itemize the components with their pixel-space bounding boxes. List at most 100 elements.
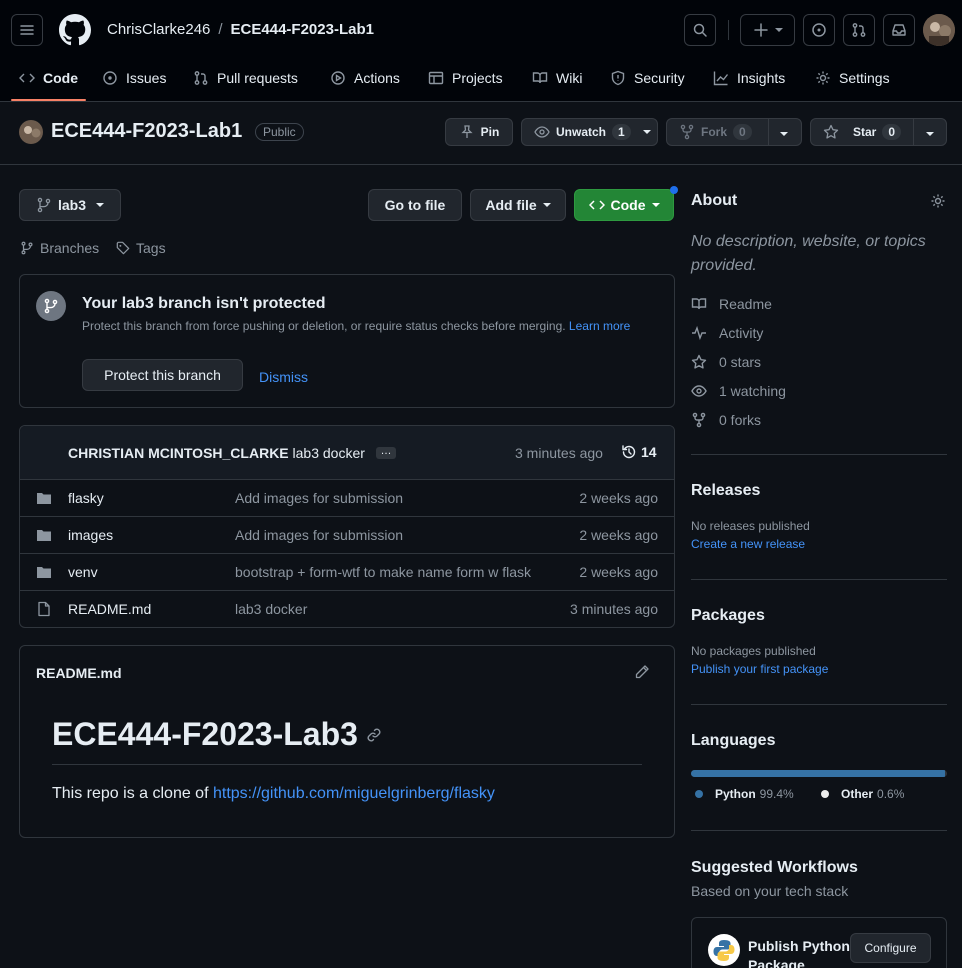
inbox-button[interactable] [883, 14, 915, 46]
tab-security[interactable]: Security [610, 62, 685, 94]
commit-expand-button[interactable]: … [376, 446, 396, 459]
banner-title: Your lab3 branch isn't protected [82, 295, 326, 312]
code-dropdown-button[interactable]: Code [574, 189, 674, 221]
tab-wiki[interactable]: Wiki [532, 62, 582, 94]
readme-heading-divider [52, 764, 642, 765]
tags-link[interactable]: Tags [116, 240, 166, 256]
star-caret-down-icon[interactable] [926, 130, 934, 138]
hamburger-icon [20, 25, 34, 35]
no-packages-text: No packages published [691, 644, 816, 658]
activity-link[interactable]: Activity [691, 325, 763, 341]
readme-filename[interactable]: README.md [36, 665, 122, 681]
table-row[interactable]: README.md lab3 docker 3 minutes ago [20, 590, 674, 627]
branch-selector[interactable]: lab3 [19, 189, 121, 221]
file-name[interactable]: README.md [68, 601, 151, 617]
graph-icon [713, 71, 729, 86]
workflows-subtitle: Based on your tech stack [691, 883, 849, 899]
table-row[interactable]: flasky Add images for submission 2 weeks… [20, 479, 674, 516]
github-logo-icon[interactable] [59, 14, 91, 46]
file-commit-message[interactable]: bootstrap + form-wtf to make name form w… [235, 564, 540, 580]
learn-more-link[interactable]: Learn more [569, 319, 630, 333]
issue-opened-icon [103, 71, 117, 85]
table-row[interactable]: images Add images for submission 2 weeks… [20, 516, 674, 553]
tab-actions[interactable]: Actions [330, 62, 400, 94]
file-name[interactable]: images [68, 527, 113, 543]
latest-commit-bar: CHRISTIAN MCINTOSH_CLARKE lab3 docker … … [20, 426, 674, 479]
repo-owner-avatar[interactable] [19, 120, 43, 144]
language-python[interactable]: Python 99.4% [695, 787, 794, 801]
unwatch-button[interactable]: Unwatch 1 [521, 118, 658, 146]
code-icon [588, 200, 605, 210]
branches-link[interactable]: Branches [20, 240, 99, 256]
language-dot-icon [821, 790, 829, 798]
tab-insights[interactable]: Insights [713, 62, 785, 94]
git-branch-icon [36, 291, 66, 321]
add-file-button[interactable]: Add file [470, 189, 566, 221]
go-to-file-button[interactable]: Go to file [368, 189, 462, 221]
readme-panel: README.md ECE444-F2023-Lab3 This repo is… [19, 645, 675, 838]
issues-button[interactable] [803, 14, 835, 46]
branch-protection-banner: Your lab3 branch isn't protected Protect… [19, 274, 675, 408]
tab-issues[interactable]: Issues [102, 62, 166, 94]
table-icon [428, 71, 444, 85]
file-commit-message[interactable]: Add images for submission [235, 490, 540, 506]
file-commit-message[interactable]: lab3 docker [235, 601, 540, 617]
sidebar-divider [691, 704, 947, 705]
commit-history-link[interactable]: 14 [621, 444, 657, 460]
tab-pull-requests[interactable]: Pull requests [193, 62, 298, 94]
pencil-icon[interactable] [634, 664, 650, 680]
packages-title[interactable]: Packages [691, 607, 765, 625]
fork-icon [692, 412, 706, 428]
breadcrumb-owner[interactable]: ChrisClarke246 [107, 21, 210, 38]
create-new-button[interactable] [740, 14, 795, 46]
stars-link[interactable]: 0 stars [691, 354, 761, 370]
shield-icon [611, 70, 625, 86]
readme-link[interactable]: Readme [691, 296, 772, 312]
language-bar-python [691, 770, 946, 777]
fork-caret-down-icon[interactable] [780, 130, 788, 138]
caret-down-icon [774, 28, 783, 32]
tab-settings[interactable]: Settings [815, 62, 890, 94]
create-release-link[interactable]: Create a new release [691, 537, 805, 551]
search-button[interactable] [684, 14, 716, 46]
configure-button[interactable]: Configure [850, 933, 931, 963]
global-header: ChrisClarke246 / ECE444-F2023-Lab1 Code … [0, 0, 962, 102]
pull-requests-button[interactable] [843, 14, 875, 46]
menu-button[interactable] [11, 14, 43, 46]
code-icon [19, 73, 35, 83]
releases-title[interactable]: Releases [691, 482, 760, 500]
folder-icon [36, 564, 52, 580]
inbox-icon [892, 24, 906, 36]
protect-branch-button[interactable]: Protect this branch [82, 359, 243, 391]
link-icon[interactable] [366, 727, 382, 743]
publish-package-link[interactable]: Publish your first package [691, 662, 828, 676]
tag-icon [116, 241, 130, 255]
tab-projects[interactable]: Projects [428, 62, 503, 94]
notification-dot [670, 186, 678, 194]
file-name[interactable]: venv [68, 564, 98, 580]
star-count: 0 [882, 124, 902, 140]
file-commit-message[interactable]: Add images for submission [235, 527, 540, 543]
workflow-card-title[interactable]: Publish Python Package [748, 937, 850, 968]
tab-code[interactable]: Code [19, 62, 78, 94]
issue-opened-icon [812, 23, 826, 37]
git-pull-request-icon [194, 71, 208, 85]
gear-icon[interactable] [930, 193, 946, 209]
commit-author[interactable]: CHRISTIAN MCINTOSH_CLARKE [68, 445, 289, 461]
git-pull-request-icon [852, 23, 866, 37]
commit-message[interactable]: lab3 docker [293, 445, 365, 461]
flasky-link[interactable]: https://github.com/miguelgrinberg/flasky [213, 785, 495, 802]
folder-icon [36, 527, 52, 543]
workflows-title: Suggested Workflows [691, 859, 858, 876]
file-name[interactable]: flasky [68, 490, 104, 506]
pin-button[interactable]: Pin [445, 118, 513, 146]
forks-link[interactable]: 0 forks [691, 412, 761, 428]
breadcrumb-repo[interactable]: ECE444-F2023-Lab1 [231, 21, 374, 38]
avatar[interactable] [923, 14, 955, 46]
sidebar-divider [691, 454, 947, 455]
repo-title[interactable]: ECE444-F2023-Lab1 [51, 120, 242, 143]
dismiss-button[interactable]: Dismiss [259, 369, 308, 385]
git-branch-icon [21, 241, 33, 255]
watching-link[interactable]: 1 watching [691, 383, 786, 399]
table-row[interactable]: venv bootstrap + form-wtf to make name f… [20, 553, 674, 590]
